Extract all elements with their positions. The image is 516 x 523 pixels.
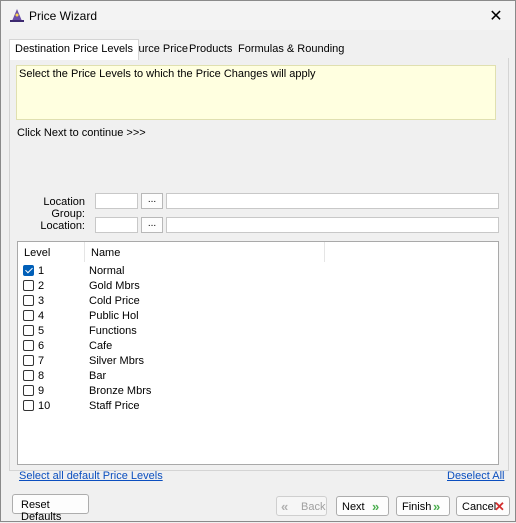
table-row[interactable]: 2 Gold Mbrs (18, 279, 498, 294)
level-name: Cold Price (89, 295, 140, 307)
finish-button[interactable]: Finish » (396, 496, 450, 516)
level-name: Silver Mbrs (89, 355, 145, 367)
level-number: 4 (38, 310, 45, 322)
location-name-field[interactable] (166, 217, 499, 233)
table-row[interactable]: 1 Normal (18, 264, 498, 279)
reset-defaults-button[interactable]: Reset Defaults (12, 494, 89, 523)
table-row[interactable]: 3 Cold Price (18, 294, 498, 309)
cancel-label: Cancel (462, 501, 497, 513)
table-row[interactable]: 7 Silver Mbrs (18, 354, 498, 369)
instruction-note: Select the Price Levels to which the Pri… (16, 65, 496, 120)
level-name: Normal (89, 265, 125, 277)
level-checkbox[interactable] (23, 385, 34, 396)
level-number: 9 (38, 385, 45, 397)
deselect-all-link[interactable]: Deselect All (447, 470, 504, 482)
cancel-button[interactable]: Cancel ✕ (456, 496, 510, 516)
level-number: 2 (38, 280, 45, 292)
level-name: Staff Price (89, 400, 140, 412)
level-checkbox[interactable] (23, 400, 34, 411)
level-name: Cafe (89, 340, 113, 352)
next-label: Next (342, 501, 365, 513)
level-number: 10 (38, 400, 51, 412)
level-checkbox[interactable] (23, 295, 34, 306)
close-button[interactable]: ✕ (477, 1, 515, 30)
level-checkbox[interactable] (23, 325, 34, 336)
level-number: 5 (38, 325, 45, 337)
level-checkbox[interactable] (23, 310, 34, 321)
location-group-browse-button[interactable]: ... (141, 193, 163, 209)
table-row[interactable]: 6 Cafe (18, 339, 498, 354)
level-name: Gold Mbrs (89, 280, 140, 292)
table-row[interactable]: 10 Staff Price (18, 399, 498, 414)
back-label: Back (301, 501, 326, 513)
next-button[interactable]: Next » (336, 496, 389, 516)
price-wizard-window: Price Wizard ✕ Destination Price Levels … (0, 0, 516, 523)
level-name: Bronze Mbrs (89, 385, 152, 397)
level-name: Bar (89, 370, 107, 382)
level-number: 7 (38, 355, 45, 367)
level-number: 3 (38, 295, 45, 307)
location-code-field[interactable] (95, 217, 138, 233)
level-name: Functions (89, 325, 137, 337)
wizard-hat-icon (10, 9, 24, 22)
red-x-icon: ✕ (494, 499, 505, 514)
back-button[interactable]: « Back (276, 496, 327, 516)
level-checkbox[interactable] (23, 355, 34, 366)
table-row[interactable]: 8 Bar (18, 369, 498, 384)
reset-defaults-label: Reset Defaults (21, 499, 62, 523)
level-number: 6 (38, 340, 45, 352)
level-number: 8 (38, 370, 45, 382)
location-label: Location: (40, 220, 85, 232)
tab-formulas-rounding[interactable]: Formulas & Rounding (233, 41, 349, 58)
level-checkbox[interactable] (23, 280, 34, 291)
location-browse-button[interactable]: ... (141, 217, 163, 233)
level-number: 1 (38, 265, 45, 277)
location-group-code-field[interactable] (95, 193, 138, 209)
table-row[interactable]: 9 Bronze Mbrs (18, 384, 498, 399)
double-chevron-left-icon: « (281, 499, 289, 514)
location-group-label: Location Group: (43, 196, 85, 220)
tab-destination-price-levels[interactable]: Destination Price Levels (9, 39, 140, 60)
double-chevron-right-icon: » (433, 499, 441, 514)
level-name: Public Hol (89, 310, 139, 322)
title-bar: Price Wizard ✕ (1, 1, 515, 30)
tab-products[interactable]: Products (184, 41, 237, 58)
location-group-name-field[interactable] (166, 193, 499, 209)
column-header-level[interactable]: Level (18, 242, 85, 262)
table-row[interactable]: 5 Functions (18, 324, 498, 339)
level-checkbox[interactable] (23, 370, 34, 381)
column-header-name[interactable]: Name (85, 242, 325, 262)
price-levels-list[interactable]: Level Name 1 Normal 2 Gold Mbrs 3 Cold Price 4… (17, 241, 499, 465)
finish-label: Finish (402, 501, 432, 513)
window-title: Price Wizard (29, 9, 98, 23)
level-checkbox[interactable] (23, 265, 34, 276)
level-checkbox[interactable] (23, 340, 34, 351)
table-row[interactable]: 4 Public Hol (18, 309, 498, 324)
continue-hint: Click Next to continue >>> (17, 127, 146, 139)
close-icon: ✕ (489, 7, 503, 25)
select-all-default-link[interactable]: Select all default Price Levels (19, 470, 163, 482)
double-chevron-right-icon: » (372, 499, 380, 514)
